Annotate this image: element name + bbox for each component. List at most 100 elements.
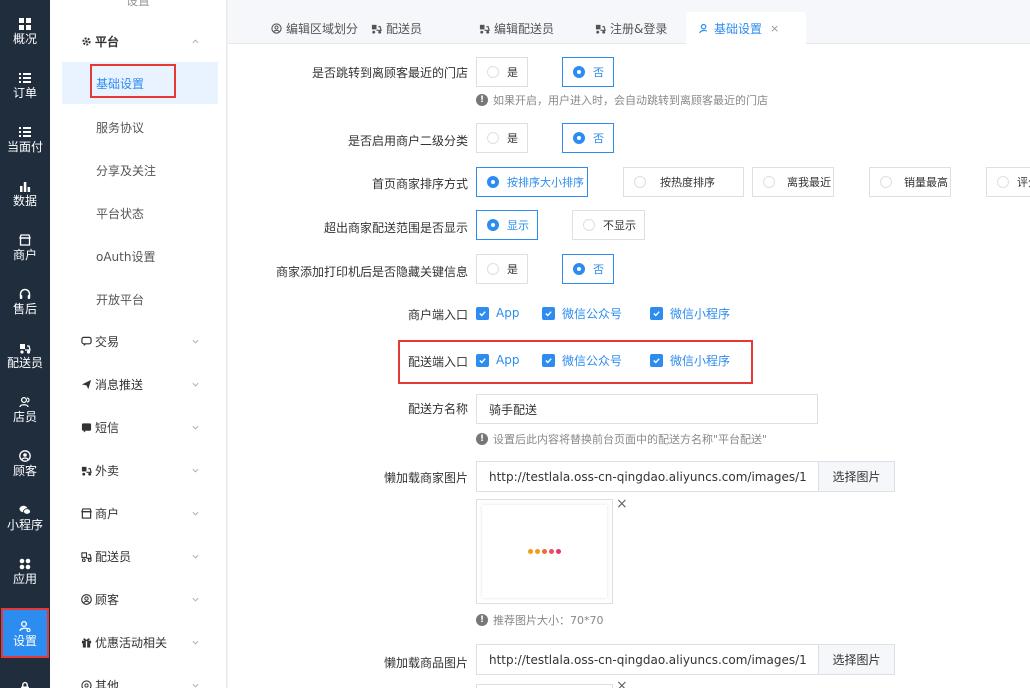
lazy-goods-image-preview — [476, 684, 613, 688]
grid-icon — [18, 17, 32, 31]
submenu-group-trade[interactable]: 交易 — [50, 326, 227, 356]
rail-item-orders[interactable]: 订单 — [0, 64, 50, 106]
jump-store-no-radio[interactable]: 否 — [562, 57, 614, 87]
submenu-item-label: 服务协议 — [96, 120, 145, 135]
tab-label: 注册&登录 — [610, 21, 668, 36]
printer-hide-yes-radio[interactable]: 是 — [476, 254, 528, 284]
chevron-down-icon — [190, 551, 200, 561]
delivery-entry-wechat-oa-checkbox[interactable]: 微信公众号 — [542, 352, 622, 368]
out-range-show-radio[interactable]: 显示 — [476, 210, 538, 240]
lazy-store-hint: ! 推荐图片大小：70*70 — [476, 612, 604, 628]
user-circle-icon — [80, 593, 92, 605]
submenu-item-share-follow[interactable]: 分享及关注 — [62, 149, 218, 191]
rail-item-miniprogram[interactable]: 小程序 — [0, 496, 50, 538]
close-icon[interactable]: × — [770, 22, 779, 35]
users-icon — [18, 395, 32, 409]
lazy-store-pick-image-button[interactable]: 选择图片 — [818, 461, 895, 492]
submenu-item-platform-status[interactable]: 平台状态 — [62, 192, 218, 234]
rail-item-apps[interactable]: 应用 — [0, 550, 50, 592]
rail-item-data[interactable]: 数据 — [0, 172, 50, 214]
chevron-down-icon — [190, 422, 200, 432]
submenu-group-platform[interactable]: 平台 — [50, 26, 227, 56]
field-label: 首页商家排序方式 — [371, 177, 468, 191]
remove-image-close-icon[interactable]: × — [616, 678, 628, 688]
rail-item-courier[interactable]: 配送员 — [0, 334, 50, 376]
loading-dots-image — [482, 505, 607, 598]
settings-form: 是否跳转到离顾客最近的门店 是 否 ! 如果开启，用户进入时，会自动跳转到离顾客最… — [228, 44, 1030, 688]
tab-basic-settings[interactable]: 基础设置 × — [686, 12, 806, 44]
send-icon — [80, 378, 92, 390]
submenu-group-label: 顾客 — [95, 592, 120, 607]
settings-circle-icon — [80, 679, 92, 688]
tab-register-login[interactable]: 注册&登录 — [582, 12, 679, 44]
delivery-name-hint: ! 设置后此内容将替换前台页面中的配送方名称"平台配送" — [476, 431, 767, 447]
sort-by-distance-radio[interactable]: 离我最近 — [752, 167, 834, 197]
sort-by-sales-radio[interactable]: 销量最高 — [869, 167, 951, 197]
tab-courier[interactable]: 配送员 — [358, 12, 434, 44]
out-range-hide-radio[interactable]: 不显示 — [572, 210, 645, 240]
submenu-item-oauth[interactable]: oAuth设置 — [62, 235, 218, 277]
delivery-icon — [18, 341, 32, 355]
delivery-entry-app-checkbox[interactable]: App — [476, 352, 519, 368]
lazy-goods-image-url-input[interactable] — [476, 644, 818, 675]
rail-item-overview[interactable]: 概况 — [0, 10, 50, 52]
sub-category-no-radio[interactable]: 否 — [562, 123, 614, 153]
gift-icon — [80, 636, 92, 648]
sort-by-order-radio[interactable]: 按排序大小排序 — [476, 167, 588, 197]
submenu-item-basic-settings[interactable]: 基础设置 — [62, 62, 218, 104]
chevron-down-icon — [190, 508, 200, 518]
rail-label: 当面付 — [6, 139, 43, 154]
chevron-down-icon — [190, 336, 200, 346]
submenu-group-promotions[interactable]: 优惠活动相关 — [50, 627, 227, 657]
field-label: 配送方名称 — [407, 402, 468, 416]
lazy-store-image-url-input[interactable] — [476, 461, 818, 492]
lazy-goods-pick-image-button[interactable]: 选择图片 — [818, 644, 895, 675]
merchant-entry-miniprogram-checkbox[interactable]: 微信小程序 — [650, 305, 730, 321]
submenu-group-merchant[interactable]: 商户 — [50, 498, 227, 528]
sort-by-rating-radio[interactable]: 评分 — [986, 167, 1030, 197]
merchant-entry-app-checkbox[interactable]: App — [476, 305, 519, 321]
rail-label: 商户 — [12, 247, 37, 262]
shop-icon — [18, 233, 32, 247]
submenu-group-push[interactable]: 消息推送 — [50, 369, 227, 399]
printer-hide-no-radio[interactable]: 否 — [562, 254, 614, 284]
rail-item-after-sales[interactable]: 售后 — [0, 280, 50, 322]
sort-by-heat-radio[interactable]: 按热度排序 — [623, 167, 744, 197]
gear-icon — [80, 35, 92, 47]
chevron-down-icon — [190, 637, 200, 647]
tab-edit-region[interactable]: 编辑区域划分 — [258, 12, 370, 44]
submenu-item-service-agreement[interactable]: 服务协议 — [62, 106, 218, 148]
field-label: 配送端入口 — [407, 355, 468, 369]
submenu-item-label: oAuth设置 — [96, 249, 156, 264]
merchant-entry-wechat-oa-checkbox[interactable]: 微信公众号 — [542, 305, 622, 321]
lazy-store-image-preview — [476, 499, 613, 604]
delivery-entry-miniprogram-checkbox[interactable]: 微信小程序 — [650, 352, 730, 368]
sub-category-yes-radio[interactable]: 是 — [476, 123, 528, 153]
rail-item-settings[interactable]: 设置 — [1, 608, 49, 658]
rail-item-merchant[interactable]: 商户 — [0, 226, 50, 268]
field-label: 商户端入口 — [407, 308, 468, 322]
lock-icon — [18, 680, 32, 688]
delivery-name-input[interactable] — [476, 394, 818, 424]
rail-item-customer[interactable]: 顾客 — [0, 442, 50, 484]
wechat-icon — [18, 503, 32, 517]
apps-icon — [18, 557, 32, 571]
submenu-group-customer[interactable]: 顾客 — [50, 584, 227, 614]
submenu-group-courier[interactable]: 配送员 — [50, 541, 227, 571]
submenu-group-label: 短信 — [95, 420, 120, 435]
user-circle-icon — [270, 22, 282, 34]
submenu-group-takeout[interactable]: 外卖 — [50, 455, 227, 485]
remove-image-close-icon[interactable]: × — [616, 496, 628, 512]
chevron-down-icon — [190, 594, 200, 604]
jump-store-yes-radio[interactable]: 是 — [476, 57, 528, 87]
jump-store-hint: ! 如果开启，用户进入时，会自动跳转到离顾客最近的门店 — [476, 92, 768, 108]
rail-label: 应用 — [12, 571, 37, 586]
field-label: 商家添加打印机后是否隐藏关键信息 — [275, 265, 468, 279]
submenu-group-sms[interactable]: 短信 — [50, 412, 227, 442]
rail-item-lock[interactable] — [0, 666, 50, 688]
submenu-item-open-platform[interactable]: 开放平台 — [62, 278, 218, 320]
submenu-group-other[interactable]: 其他 — [50, 670, 227, 688]
rail-item-face-pay[interactable]: 当面付 — [0, 118, 50, 160]
tab-edit-courier[interactable]: 编辑配送员 — [466, 12, 566, 44]
rail-item-clerk[interactable]: 店员 — [0, 388, 50, 430]
